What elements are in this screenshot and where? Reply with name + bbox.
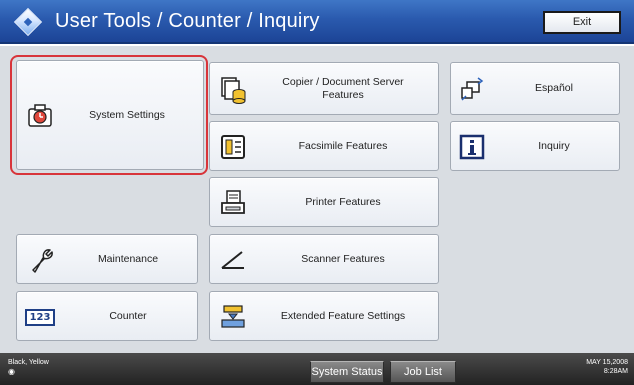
espanol-button[interactable]: Español: [450, 62, 620, 115]
status-bar: Black, Yellow ◉ System Status Job List M…: [0, 353, 634, 385]
copier-label-line2: Features: [322, 88, 364, 101]
counter-button[interactable]: 123 Counter: [16, 291, 198, 341]
facsimile-label: Facsimile Features: [298, 139, 388, 152]
printer-label: Printer Features: [305, 195, 381, 208]
extended-feature-icon: [218, 302, 248, 332]
scanner-label: Scanner Features: [301, 252, 385, 265]
copier-icon: [218, 75, 248, 105]
counter-icon-badge: 123: [25, 308, 55, 326]
scanner-features-button[interactable]: Scanner Features: [209, 234, 439, 284]
inquiry-button[interactable]: Inquiry: [450, 121, 620, 171]
user-tools-icon: [13, 7, 43, 37]
counter-icon: 123: [25, 308, 55, 326]
extended-feature-label: Extended Feature Settings: [280, 309, 406, 322]
printer-features-button[interactable]: Printer Features: [209, 177, 439, 227]
date-text: MAY 15,2008: [586, 359, 628, 366]
title-bar: User Tools / Counter / Inquiry Exit: [0, 0, 634, 44]
time-text: 8:28AM: [603, 368, 628, 375]
toner-status: Black, Yellow ◉: [8, 358, 49, 376]
job-list-button[interactable]: Job List: [390, 361, 456, 383]
page-title: User Tools / Counter / Inquiry: [55, 10, 320, 32]
exit-button[interactable]: Exit: [543, 11, 621, 34]
toner-status-text: Black, Yellow: [8, 359, 49, 366]
copier-document-server-features-button[interactable]: Copier / Document Server Features: [209, 62, 439, 115]
maintenance-button[interactable]: Maintenance: [16, 234, 198, 284]
copier-label-line1: Copier / Document Server: [282, 75, 404, 88]
date-time: MAY 15,2008 8:28AM: [570, 358, 628, 376]
extended-feature-settings-button[interactable]: Extended Feature Settings: [209, 291, 439, 341]
printer-icon: [218, 188, 248, 218]
facsimile-icon: [218, 132, 248, 162]
inquiry-label: Inquiry: [538, 139, 570, 152]
selection-highlight: [10, 55, 208, 175]
copier-label: Copier / Document Server Features: [258, 63, 428, 114]
toner-icon: ◉: [8, 367, 15, 376]
scanner-icon: [218, 245, 248, 275]
info-icon: [457, 132, 487, 162]
wrench-icon: [27, 245, 57, 275]
maintenance-label: Maintenance: [97, 252, 159, 265]
facsimile-features-button[interactable]: Facsimile Features: [209, 121, 439, 171]
system-status-button[interactable]: System Status: [310, 361, 384, 383]
language-switch-icon: [457, 75, 487, 105]
espanol-label: Español: [535, 82, 573, 95]
counter-label: Counter: [109, 309, 147, 322]
